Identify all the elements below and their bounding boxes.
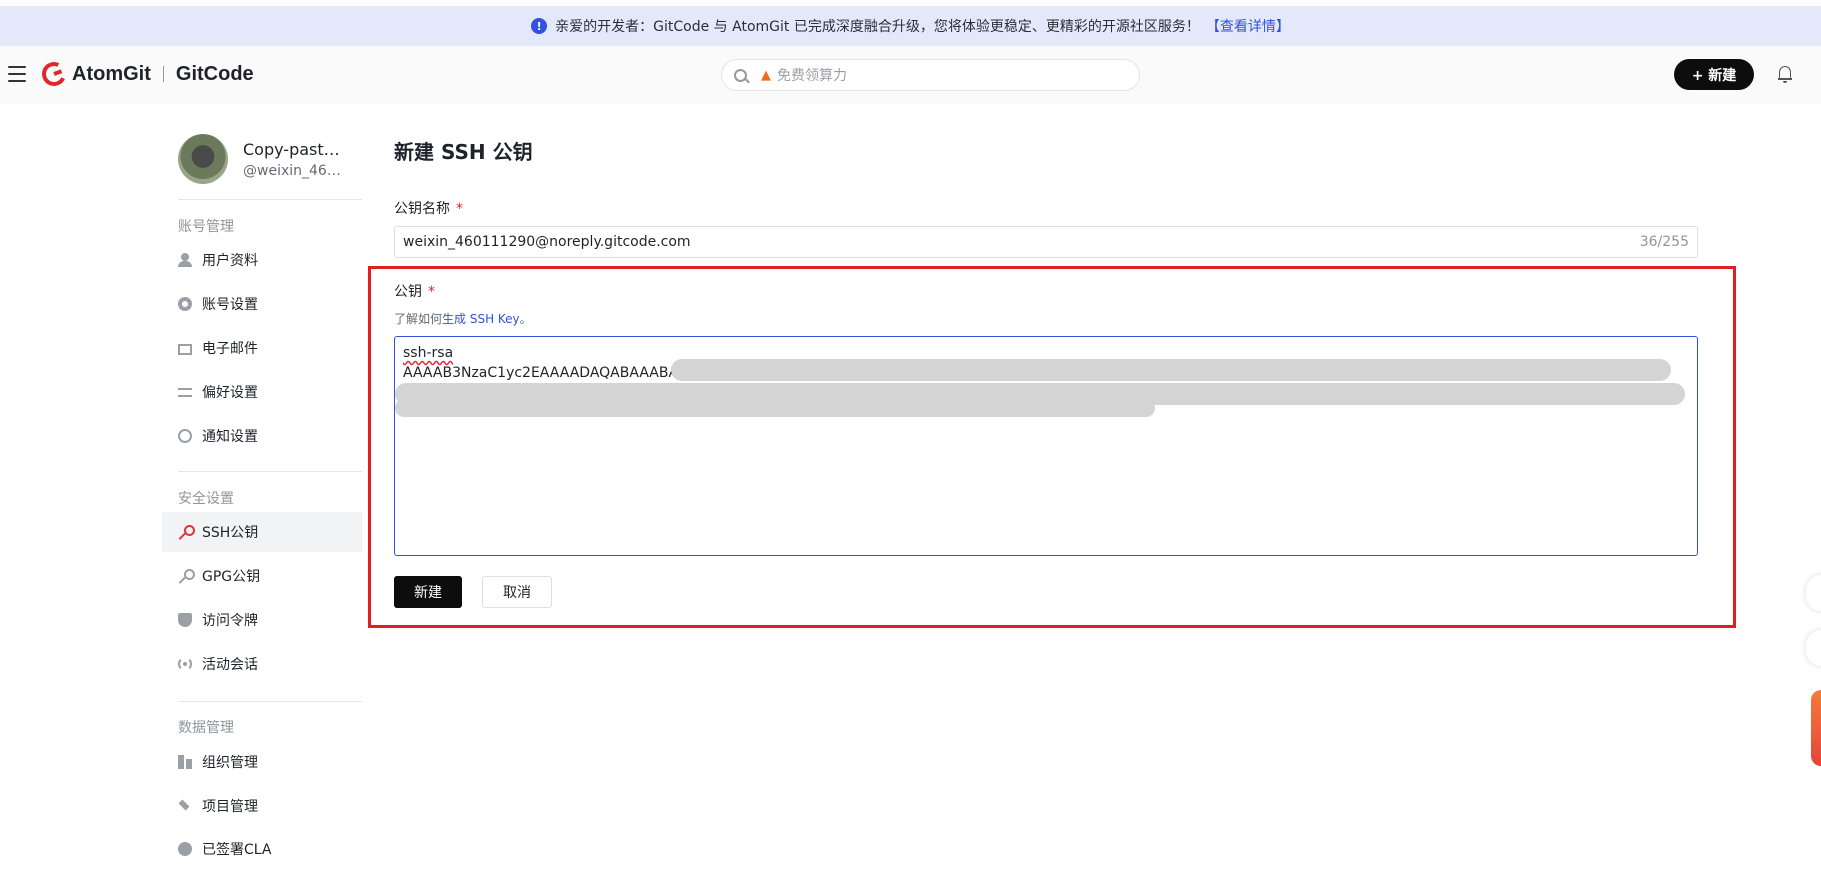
key-name-label-text: 公钥名称: [394, 201, 450, 217]
sidebar-item-label: 项目管理: [202, 799, 258, 815]
sidebar-item-label: 电子邮件: [202, 341, 258, 357]
sidebar-item-label: SSH公钥: [202, 525, 259, 541]
sidebar-item-account-settings[interactable]: 账号设置: [162, 284, 362, 324]
profile-card[interactable]: Copy-paste… @weixin_460…: [178, 134, 347, 184]
sidebar-item-sessions[interactable]: 活动会话: [162, 644, 362, 684]
layers-icon: [178, 799, 192, 813]
sidebar-item-ssh-keys[interactable]: SSH公钥: [162, 512, 362, 552]
sidebar-item-access-tokens[interactable]: 访问令牌: [162, 600, 362, 640]
sidebar-item-cla[interactable]: 已签署CLA: [162, 829, 362, 869]
ssh-key-hint: 了解如何生成 SSH Key。: [394, 310, 532, 327]
sidebar-item-preferences[interactable]: 偏好设置: [162, 372, 362, 412]
brand-gitcode: GitCode: [175, 62, 254, 85]
key-icon: [178, 525, 195, 539]
key-icon: [178, 569, 195, 583]
info-icon: !: [531, 18, 548, 34]
key-name-input[interactable]: weixin_460111290@noreply.gitcode.com 36/…: [394, 226, 1698, 258]
brand-logo[interactable]: AtomGit GitCode: [38, 58, 254, 90]
group-account: 账号管理: [178, 219, 234, 235]
sidebar-item-notifications[interactable]: 通知设置: [162, 416, 362, 456]
sidebar-item-organizations[interactable]: 组织管理: [162, 742, 362, 782]
generate-ssh-key-link[interactable]: 生成 SSH Key: [442, 312, 520, 326]
key-name-label: 公钥名称 *: [394, 198, 463, 218]
sidebar-item-label: 活动会话: [202, 657, 258, 673]
new-button[interactable]: + 新建: [1674, 59, 1754, 90]
char-counter: 36/255: [1639, 234, 1689, 250]
redaction-mark: [671, 359, 1671, 381]
notification-icon: [178, 429, 192, 443]
create-button[interactable]: 新建: [394, 576, 462, 608]
group-security: 安全设置: [178, 491, 234, 507]
sidebar-item-label: 偏好设置: [202, 385, 258, 401]
public-key-label: 公钥 *: [394, 281, 435, 301]
sidebar-item-label: GPG公钥: [202, 569, 261, 585]
gear-icon: [178, 297, 192, 311]
floating-button[interactable]: [1806, 575, 1821, 611]
sidebar-item-gpg-keys[interactable]: GPG公钥: [162, 556, 362, 596]
brand-divider: [162, 66, 164, 82]
search-input[interactable]: ▲ 免费领算力: [721, 59, 1140, 91]
sidebar-item-email[interactable]: 电子邮件: [162, 328, 362, 368]
user-icon: [178, 253, 192, 267]
sidebar-item-label: 访问令牌: [202, 613, 258, 629]
divider: [178, 199, 362, 200]
search-icon: [734, 68, 747, 82]
hint-prefix: 了解如何: [394, 312, 443, 326]
top-header: AtomGit GitCode ▲ 免费领算力 + 新建: [0, 46, 1821, 104]
sidebar-item-profile[interactable]: 用户资料: [162, 240, 362, 280]
mail-icon: [178, 343, 192, 355]
organization-icon: [178, 755, 192, 769]
sidebar-item-label: 已签署CLA: [202, 842, 272, 858]
banner-text: 亲爱的开发者：GitCode 与 AtomGit 已完成深度融合升级，您将体验更…: [555, 19, 1200, 35]
profile-name: Copy-paste…: [243, 139, 347, 159]
main-content: 新建 SSH 公钥 公钥名称 * weixin_460111290@noreply…: [368, 104, 1736, 854]
hint-suffix: 。: [519, 312, 532, 326]
announcement-banner: ! 亲爱的开发者：GitCode 与 AtomGit 已完成深度融合升级，您将体…: [0, 6, 1821, 46]
required-mark: *: [456, 201, 463, 217]
settings-sidebar: Copy-paste… @weixin_460… 账号管理 用户资料 账号设置 …: [162, 104, 362, 858]
flame-icon: ▲: [761, 67, 771, 83]
banner-details-link[interactable]: 【查看详情】: [1206, 16, 1290, 36]
sidebar-item-label: 通知设置: [202, 429, 258, 445]
shield-icon: [178, 613, 192, 627]
sliders-icon: [178, 385, 192, 399]
group-data: 数据管理: [178, 720, 234, 736]
menu-icon[interactable]: [8, 66, 26, 82]
redaction-mark: [395, 399, 1155, 417]
profile-handle: @weixin_460…: [243, 162, 347, 179]
radio-icon: [178, 657, 192, 671]
sidebar-item-label: 组织管理: [202, 755, 258, 771]
floating-button[interactable]: [1806, 630, 1821, 666]
sidebar-item-projects[interactable]: 项目管理: [162, 786, 362, 826]
divider: [178, 471, 362, 472]
brand-atomgit: AtomGit: [72, 62, 151, 85]
divider: [178, 701, 362, 702]
public-key-textarea[interactable]: ssh-rsa AAAAB3NzaC1yc2EAAAADAQABAAABAQD: [394, 336, 1698, 556]
avatar: [178, 134, 228, 184]
public-key-label-text: 公钥: [394, 284, 422, 300]
key-name-value: weixin_460111290@noreply.gitcode.com: [403, 234, 691, 250]
page-title: 新建 SSH 公钥: [394, 140, 533, 164]
search-placeholder: 免费领算力: [777, 68, 847, 84]
floating-tab[interactable]: [1811, 690, 1821, 766]
required-mark: *: [428, 284, 435, 300]
cancel-button[interactable]: 取消: [482, 576, 552, 608]
sidebar-item-label: 用户资料: [202, 253, 258, 269]
bell-icon[interactable]: [1778, 66, 1792, 83]
atomgit-logo-icon: [38, 58, 70, 90]
sidebar-item-label: 账号设置: [202, 297, 258, 313]
